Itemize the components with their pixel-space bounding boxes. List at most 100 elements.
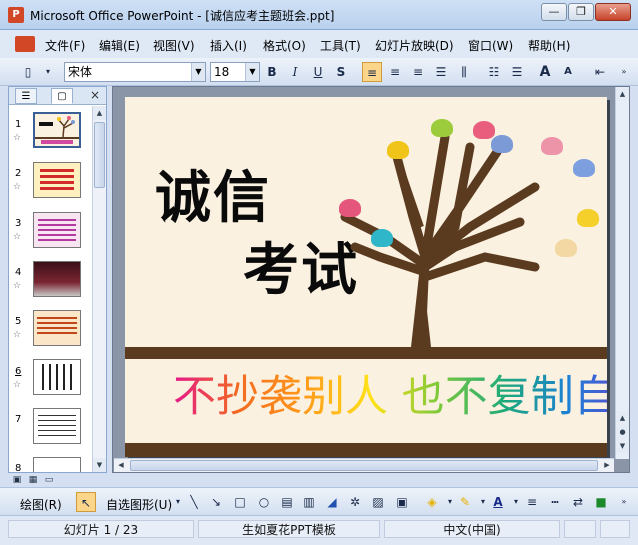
scroll-down-icon[interactable]: ▼ — [93, 458, 106, 472]
animation-star-icon: ☆ — [13, 182, 22, 192]
thumbnail-7-preview — [38, 415, 76, 437]
slide-ground-band — [125, 347, 607, 359]
menu-file[interactable]: 文件(F) — [45, 37, 85, 54]
bulleted-list-icon[interactable]: ☰ — [507, 62, 527, 82]
autoshapes-button[interactable]: 自选图形(U) — [106, 496, 172, 513]
toolbar-options-icon[interactable]: » — [614, 62, 634, 82]
slide-thumbnail-6[interactable] — [33, 359, 81, 395]
thumbnail-1-preview — [35, 116, 79, 144]
font-name-select[interactable]: 宋体 ▼ — [64, 62, 206, 82]
slide-thumbnail-7[interactable] — [33, 408, 81, 444]
slide-editor: 诚信 考试 不抄袭别人 也不复制自己。 ▲ ▲ ● ▼ — [112, 86, 630, 473]
decrease-indent-icon[interactable]: ⇤ — [590, 62, 610, 82]
underline-button[interactable]: U — [308, 62, 328, 82]
close-button[interactable]: ✕ — [595, 3, 631, 21]
menu-bar: 文件(F) 编辑(E) 视图(V) 插入(I) 格式(O) 工具(T) 幻灯片放… — [0, 30, 638, 58]
arrow-tool-icon[interactable]: ↘ — [206, 492, 226, 512]
select-pointer-icon[interactable]: ↖ — [76, 492, 96, 512]
slide-thumbnail-3[interactable] — [33, 212, 81, 248]
horizontal-scrollbar[interactable]: ◀ ▶ — [114, 458, 614, 472]
slide-thumbnail-4[interactable] — [33, 261, 81, 297]
slide-thumbnail-8[interactable] — [33, 457, 81, 472]
tree-leaf — [371, 229, 393, 247]
prev-slide-icon[interactable]: ▲ — [616, 411, 629, 425]
tree-leaf — [541, 137, 563, 155]
scroll-up-icon[interactable]: ▲ — [93, 106, 106, 120]
fill-color-icon[interactable]: ◈ — [422, 492, 442, 512]
slide-canvas[interactable]: 诚信 考试 不抄袭别人 也不复制自己。 — [125, 97, 607, 457]
picture-icon[interactable]: ▣ — [392, 492, 412, 512]
normal-view-icon[interactable]: ▣ — [10, 473, 24, 487]
slide-number: 4 — [15, 267, 22, 278]
diagram-icon[interactable]: ✲ — [345, 492, 365, 512]
slide-bottom-band — [125, 443, 607, 457]
line-tool-icon[interactable]: ╲ — [184, 492, 204, 512]
shadow-style-icon[interactable]: ■ — [591, 492, 611, 512]
font-size-select[interactable]: 18 ▼ — [210, 62, 260, 82]
dash-style-icon[interactable]: ┅ — [545, 492, 565, 512]
bold-button[interactable]: B — [262, 62, 282, 82]
shrink-font-button[interactable]: A — [558, 62, 578, 82]
new-document-icon[interactable]: ▯ — [18, 62, 38, 82]
sorter-view-icon[interactable]: ▦ — [26, 473, 40, 487]
scroll-right-icon[interactable]: ▶ — [600, 459, 614, 472]
toolbar-options-icon[interactable]: » — [614, 492, 634, 512]
menu-slideshow[interactable]: 幻灯片放映(D) — [375, 37, 454, 54]
chevron-down-icon[interactable]: ▼ — [191, 63, 205, 81]
resize-grip[interactable] — [600, 520, 630, 538]
align-left-icon[interactable]: ≡ — [362, 62, 382, 82]
line-color-icon[interactable]: ✎ — [455, 492, 475, 512]
slide-thumbnail-1[interactable] — [33, 112, 81, 148]
scroll-up-icon[interactable]: ▲ — [616, 87, 629, 101]
tree-leaf — [431, 119, 453, 137]
menu-format[interactable]: 格式(O) — [263, 37, 306, 54]
draw-menu-button[interactable]: 绘图(R) — [20, 496, 62, 513]
dropdown-arrow-icon[interactable]: ▾ — [38, 62, 58, 82]
shadow-button[interactable]: S — [331, 62, 351, 82]
tree-leaf — [387, 141, 409, 159]
document-icon[interactable] — [15, 36, 35, 52]
select-browse-icon[interactable]: ● — [616, 425, 629, 439]
chevron-down-icon[interactable]: ▼ — [245, 63, 259, 81]
slides-tab-icon[interactable]: ▢ — [51, 88, 73, 104]
align-right-icon[interactable]: ≡ — [408, 62, 428, 82]
slide-position: 幻灯片 1 / 23 — [8, 520, 194, 538]
menu-insert[interactable]: 插入(I) — [210, 37, 247, 54]
grow-font-button[interactable]: A — [535, 62, 555, 82]
align-center-icon[interactable]: ≡ — [385, 62, 405, 82]
font-size-value: 18 — [214, 65, 230, 79]
slideshow-view-icon[interactable]: ▭ — [42, 473, 56, 487]
line-style-icon[interactable]: ≡ — [522, 492, 542, 512]
justify-icon[interactable]: ☰ — [431, 62, 451, 82]
outline-tab-icon[interactable]: ☰ — [15, 88, 37, 104]
menu-tools[interactable]: 工具(T) — [320, 37, 361, 54]
italic-button[interactable]: I — [285, 62, 305, 82]
scroll-left-icon[interactable]: ◀ — [114, 459, 128, 472]
scrollbar-thumb[interactable] — [130, 460, 598, 471]
restore-button[interactable]: ❐ — [568, 3, 594, 21]
vertical-textbox-icon[interactable]: ▥ — [299, 492, 319, 512]
next-slide-icon[interactable]: ▼ — [616, 439, 629, 453]
textbox-tool-icon[interactable]: ▤ — [277, 492, 297, 512]
menu-help[interactable]: 帮助(H) — [528, 37, 570, 54]
menu-view[interactable]: 视图(V) — [153, 37, 195, 54]
rectangle-tool-icon[interactable]: □ — [230, 492, 250, 512]
clipart-icon[interactable]: ▨ — [368, 492, 388, 512]
arrow-style-icon[interactable]: ⇄ — [568, 492, 588, 512]
numbered-list-icon[interactable]: ☷ — [484, 62, 504, 82]
editor-scrollbar[interactable]: ▲ ▲ ● ▼ — [615, 87, 629, 459]
slide-thumbnail-5[interactable] — [33, 310, 81, 346]
panel-close-icon[interactable]: × — [90, 88, 100, 102]
oval-tool-icon[interactable]: ○ — [254, 492, 274, 512]
menu-window[interactable]: 窗口(W) — [468, 37, 513, 54]
minimize-button[interactable]: — — [541, 3, 567, 21]
scrollbar-thumb[interactable] — [94, 122, 105, 188]
wordart-icon[interactable]: ◢ — [322, 492, 342, 512]
menu-edit[interactable]: 编辑(E) — [99, 37, 140, 54]
font-color-icon[interactable]: A — [488, 492, 508, 512]
distributed-icon[interactable]: ⫼ — [454, 62, 474, 82]
slide-motto: 不抄袭别人 也不复制自己。 — [173, 362, 607, 424]
slide-thumbnail-2[interactable] — [33, 162, 81, 198]
thumbnails-scrollbar[interactable]: ▲ ▼ — [92, 106, 106, 472]
slide-number: 6 — [15, 366, 22, 377]
